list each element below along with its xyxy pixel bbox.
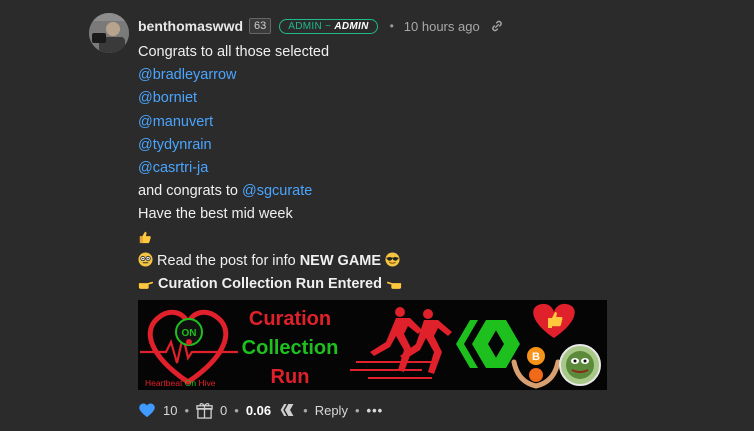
hive-token-icon[interactable] xyxy=(279,403,296,417)
comment-header: benthomaswwd 63 ADMIN ~ ADMIN • 10 hours… xyxy=(138,15,504,37)
avatar[interactable] xyxy=(89,13,129,53)
monocle-face-icon xyxy=(138,252,153,267)
heartbeat-logo: ON xyxy=(140,309,238,386)
pointing-right-icon xyxy=(138,281,154,289)
separator-dot: • xyxy=(354,402,360,418)
comment-body: Congrats to all those selected @bradleya… xyxy=(138,41,402,296)
pointing-left-icon xyxy=(386,281,402,289)
mention-tydynrain[interactable]: @tydynrain xyxy=(138,137,212,153)
caption-hive: Hive xyxy=(198,378,215,388)
more-options-button[interactable]: ••• xyxy=(367,403,384,418)
banner-title-line3: Run xyxy=(271,366,310,388)
pepe-coin-icon xyxy=(559,344,601,386)
separator-dot: • xyxy=(389,19,394,33)
separator-dot: • xyxy=(303,402,308,418)
reputation-badge: 63 xyxy=(249,18,272,34)
bitcoin-hands-icon: B xyxy=(511,347,561,389)
hive-logo-icon xyxy=(456,320,520,368)
caption-heartbeat: Heartbeat xyxy=(145,378,183,388)
reply-button[interactable]: Reply xyxy=(315,403,348,418)
logo-on-text: ON xyxy=(182,328,197,339)
timestamp[interactable]: 10 hours ago xyxy=(404,19,480,34)
comment-actions: 10 • 0 • 0.06 • Reply • ••• xyxy=(138,400,383,420)
role-prefix: ADMIN ~ xyxy=(288,20,332,32)
mention-casrtri-ja[interactable]: @casrtri-ja xyxy=(138,160,208,176)
role-title: ADMIN xyxy=(334,20,369,32)
caption-on: On xyxy=(185,378,197,388)
payout-value[interactable]: 0.06 xyxy=(246,403,271,418)
mention-manuvert[interactable]: @manuvert xyxy=(138,114,213,130)
midweek-line: Have the best mid week xyxy=(138,206,293,223)
heartbeat-caption: Heartbeat On Hive xyxy=(145,378,216,388)
gift-icon[interactable] xyxy=(196,402,213,419)
mention-bradleyarrow[interactable]: @bradleyarrow xyxy=(138,67,237,83)
role-badge: ADMIN ~ ADMIN xyxy=(279,18,378,34)
thumbs-up-icon xyxy=(139,231,151,243)
and-congrats-text: and congrats to xyxy=(138,183,242,200)
mention-sgcurate[interactable]: @sgcurate xyxy=(242,183,312,199)
curation-entered-text: Curation Collection Run Entered xyxy=(158,275,382,292)
upvote-count[interactable]: 10 xyxy=(163,403,177,418)
runners-icon xyxy=(350,307,452,379)
sunglasses-face-icon xyxy=(385,252,400,267)
mention-borniet[interactable]: @borniet xyxy=(138,90,197,106)
permalink-icon[interactable] xyxy=(490,19,504,33)
separator-dot: • xyxy=(184,402,190,418)
banner-title-line2: Collection xyxy=(242,337,339,359)
banner-title-line1: Curation xyxy=(249,308,331,330)
heart-thumbs-up-icon xyxy=(533,303,575,338)
curation-banner-image: ON Heartbeat On Hive Curation Collection… xyxy=(138,300,607,390)
new-game-text: NEW GAME xyxy=(299,252,382,269)
congrats-line: Congrats to all those selected xyxy=(138,44,330,60)
author-username[interactable]: benthomaswwd xyxy=(138,18,243,34)
gift-count[interactable]: 0 xyxy=(220,403,227,418)
upvote-heart-icon[interactable] xyxy=(138,402,156,418)
separator-dot: • xyxy=(234,402,239,418)
svg-text:B: B xyxy=(532,351,540,363)
read-post-text: Read the post for info xyxy=(157,252,300,269)
